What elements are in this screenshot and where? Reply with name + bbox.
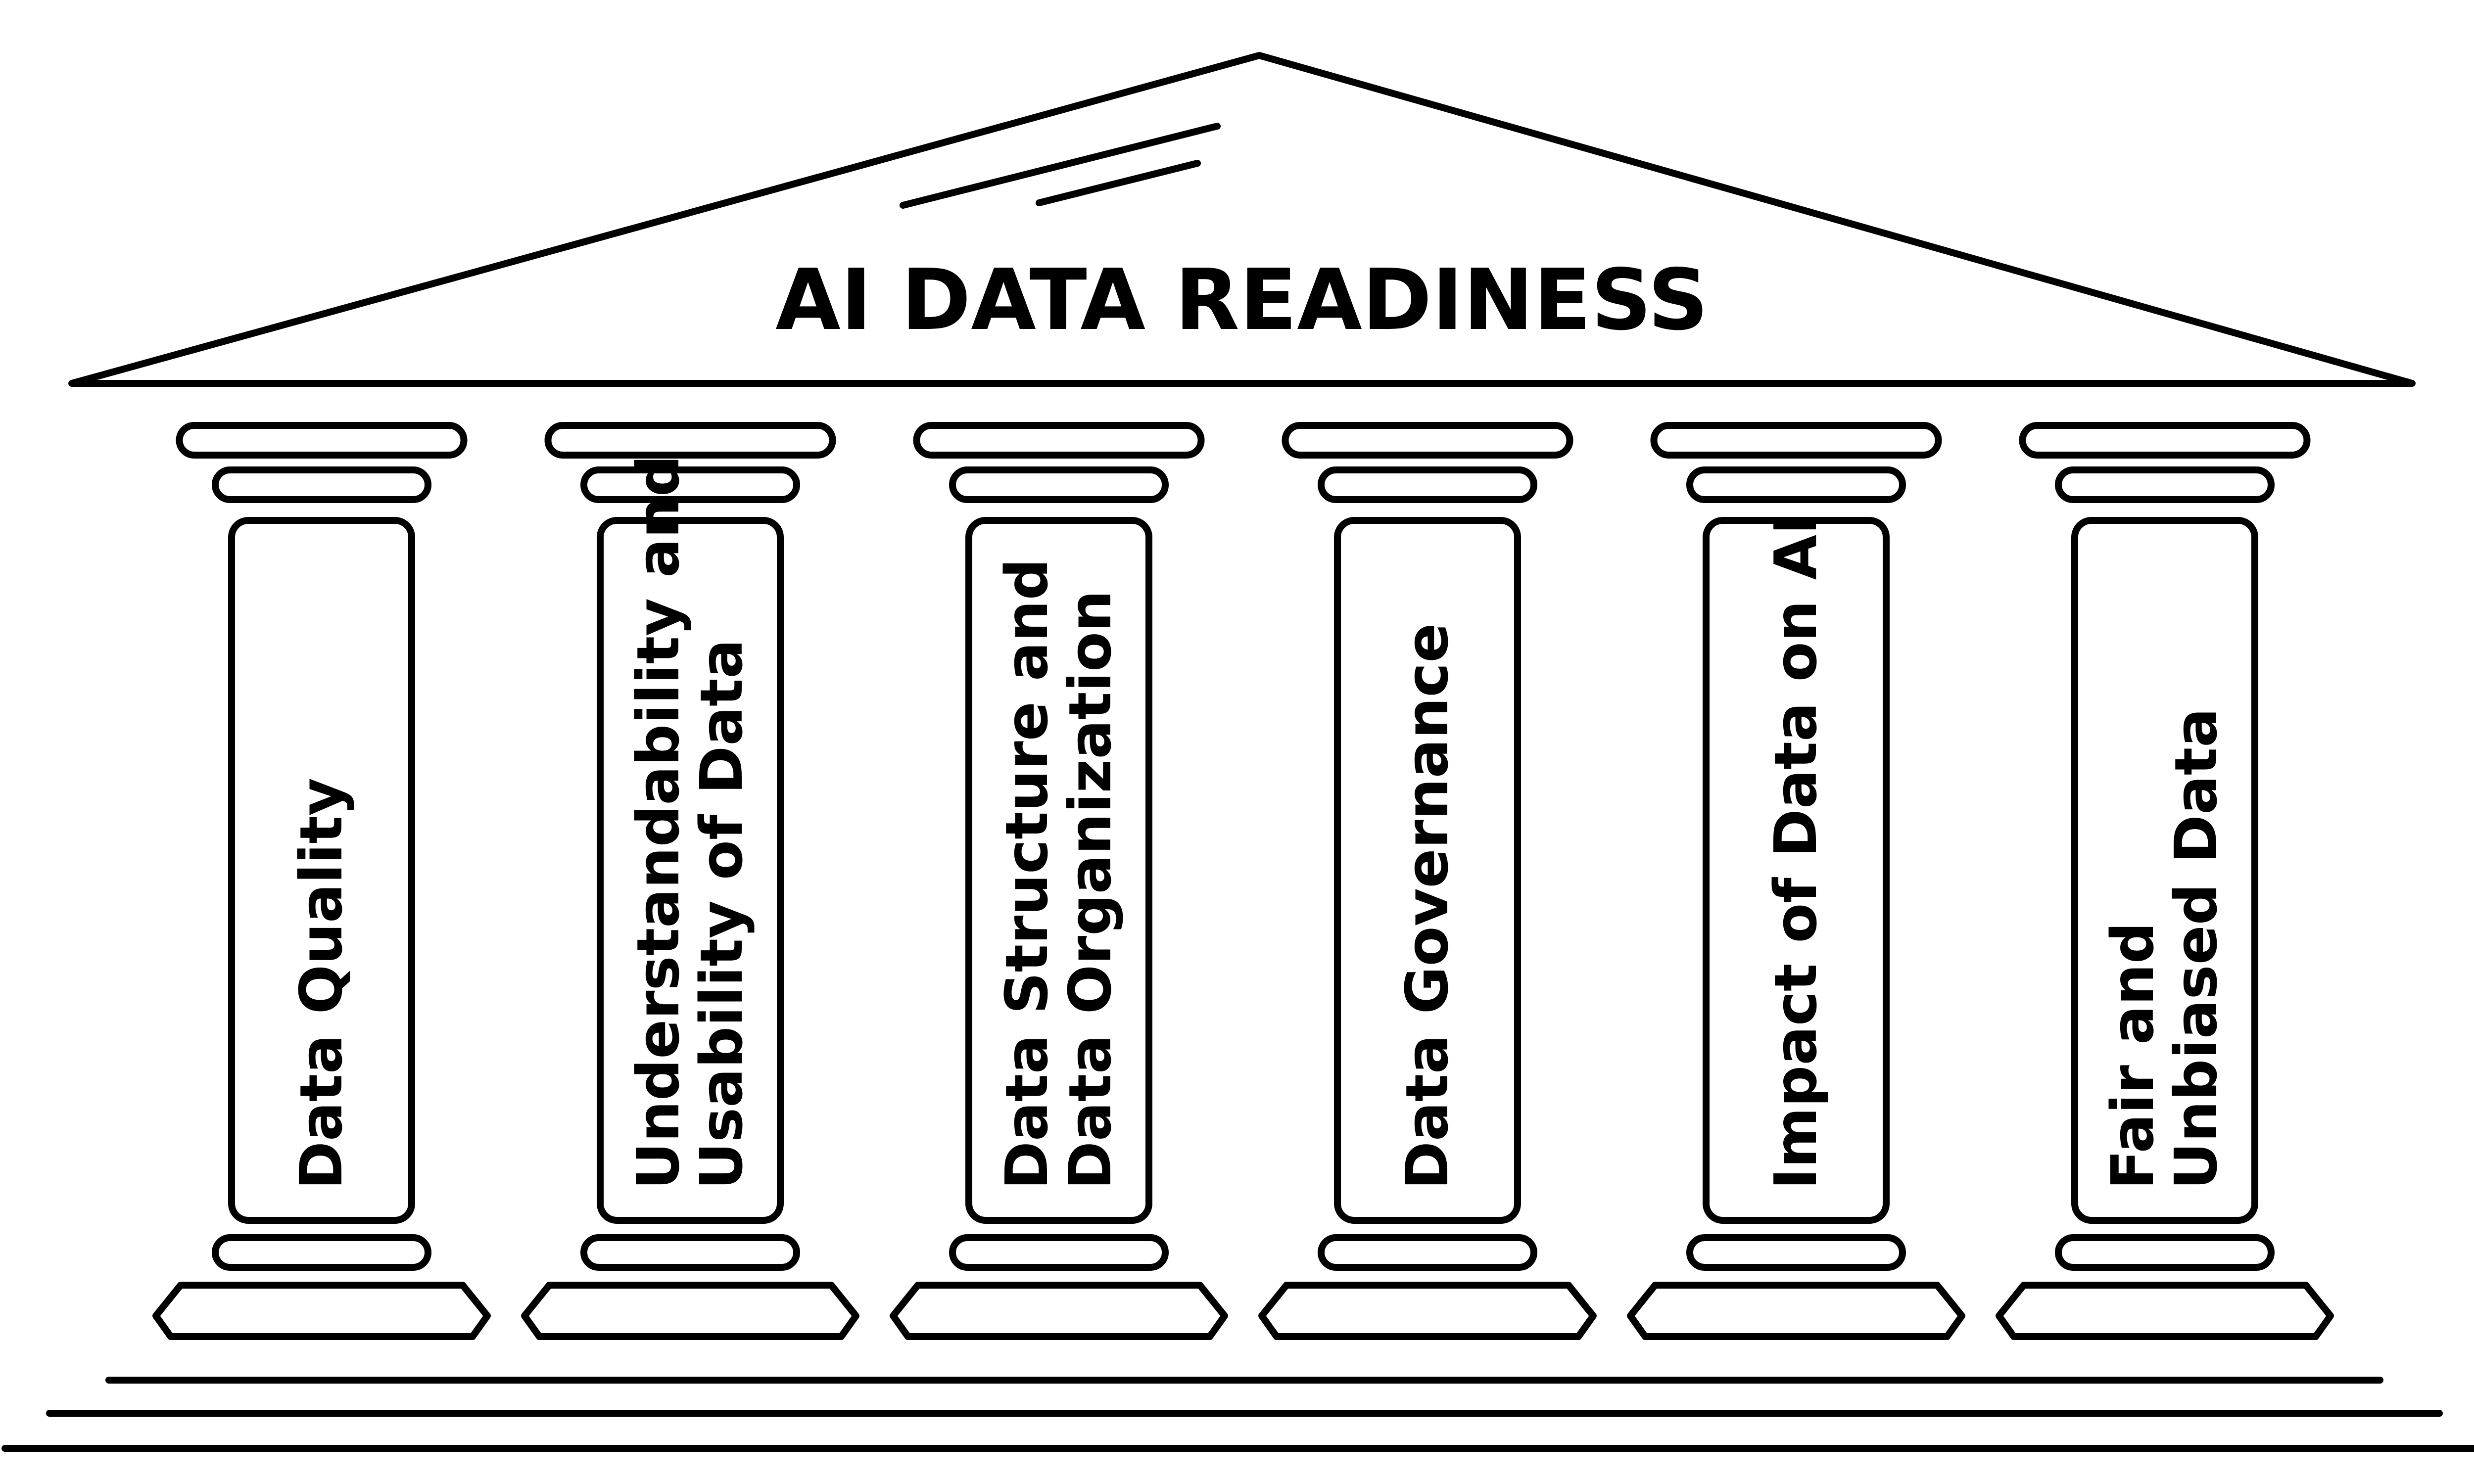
pillar-label: Data Governance (1393, 623, 1461, 1190)
ai-data-readiness-temple-diagram: AI DATA READINESS Data Quality Understand… (1, 52, 2474, 1452)
pillar-label-line: Unbiased Data (2162, 708, 2230, 1190)
roof: AI DATA READINESS (68, 52, 2416, 387)
pillar-label: Understandability andUsability of Data (624, 455, 756, 1190)
pillar-capital-bottom (2055, 466, 2275, 503)
pillar: Understandability andUsability of Data (521, 422, 859, 1340)
pillar-plinth (1258, 1282, 1597, 1340)
pillar: Data Structure andData Organization (890, 422, 1228, 1340)
pillar-label-line: Usability of Data (687, 639, 756, 1190)
pillar: Impact of Data on AI (1627, 422, 1965, 1340)
pillar-capital-top (913, 422, 1205, 459)
pillar-label-line: Understandability and (624, 455, 692, 1190)
pillar-capital-top (1650, 422, 1942, 459)
pillar-capital-bottom (212, 466, 431, 503)
pillar-plinth (890, 1282, 1228, 1340)
pillar-label-line: Impact of Data on AI (1761, 513, 1830, 1190)
pillar-base-ring (1318, 1234, 1537, 1271)
pillar-label-line: Data Organization (1056, 590, 1124, 1190)
diagram-title: AI DATA READINESS (775, 251, 1709, 349)
pillar-capital-top (544, 422, 836, 459)
pillar-base-ring (1686, 1234, 1906, 1271)
pillar: Fair andUnbiased Data (1996, 422, 2334, 1340)
pillar-label: Data Structure andData Organization (993, 558, 1124, 1190)
pillar-capital-top (176, 422, 468, 459)
pillar-base-ring (580, 1234, 800, 1271)
pillar-capital-bottom (949, 466, 1169, 503)
pillar-base-ring (212, 1234, 431, 1271)
pillar-label-line: Fair and (2098, 922, 2167, 1190)
pillar-capital-top (1282, 422, 1573, 459)
pillar-plinth (152, 1282, 491, 1340)
pillar-label-line: Data Structure and (993, 558, 1061, 1190)
pillars: Data Quality Understandability andUsabili… (152, 422, 2334, 1340)
roof-detail-line-bottom (1036, 160, 1201, 206)
pillar: Data Governance (1258, 422, 1597, 1340)
pillar-plinth (1996, 1282, 2334, 1340)
pillar-label-line: Data Quality (287, 778, 355, 1190)
pillar-label: Data Quality (287, 778, 355, 1190)
pillar-plinth (521, 1282, 859, 1340)
pillar-capital-top (2019, 422, 2311, 459)
pillar-base-ring (2055, 1234, 2275, 1271)
pillar: Data Quality (152, 422, 491, 1340)
pillar-label: Impact of Data on AI (1761, 513, 1830, 1190)
pillar-base-ring (949, 1234, 1169, 1271)
pillar-capital-bottom (1318, 466, 1537, 503)
pillar-label-line: Data Governance (1393, 623, 1461, 1190)
pillar-plinth (1627, 1282, 1965, 1340)
pillar-capital-bottom (1686, 466, 1906, 503)
pillar-label: Fair andUnbiased Data (2098, 708, 2230, 1190)
foundation-steps (1, 1377, 2474, 1452)
